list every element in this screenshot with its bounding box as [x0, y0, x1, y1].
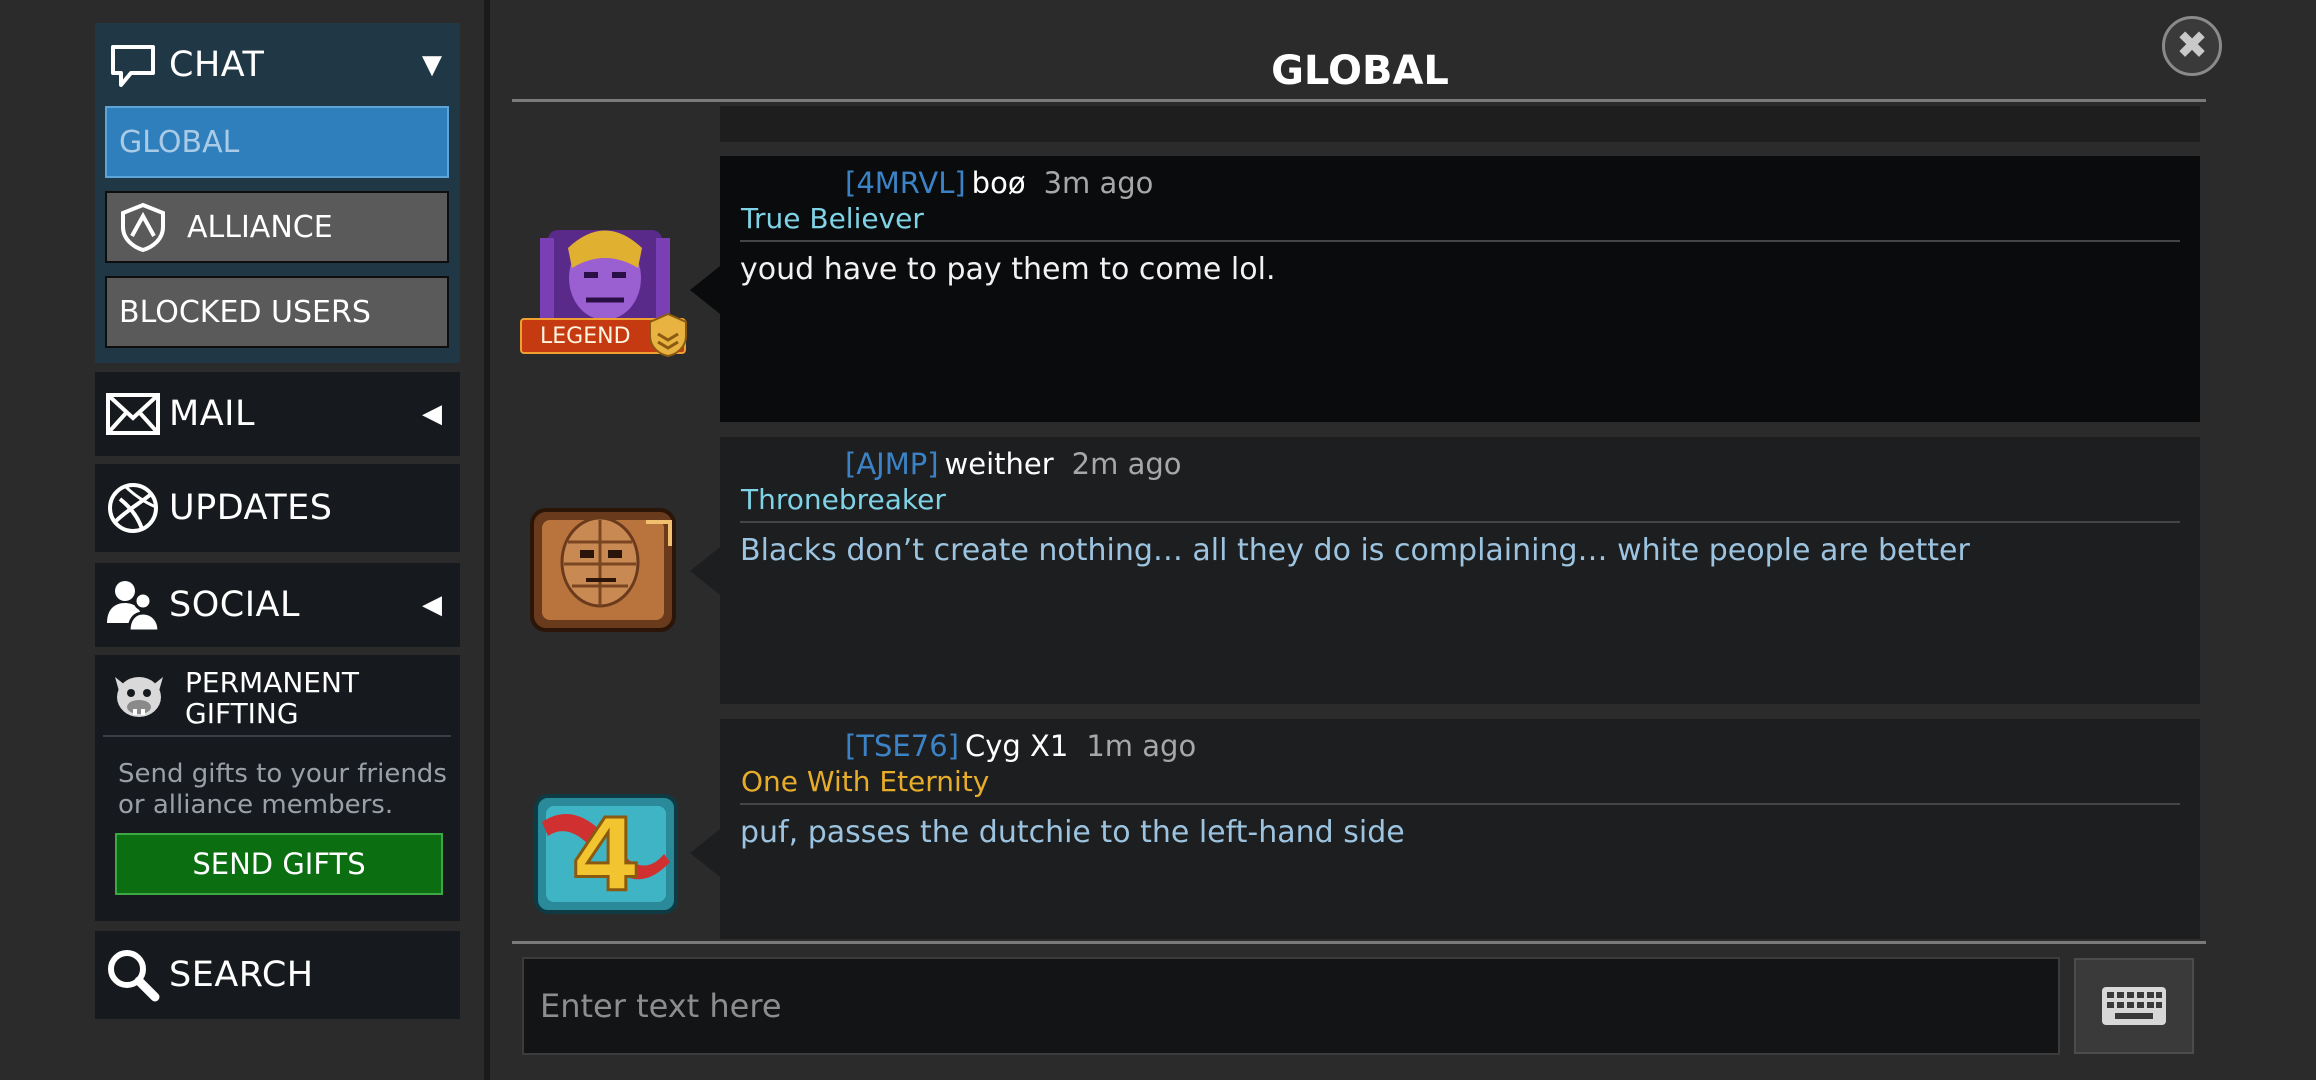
gifting-header: PERMANENT GIFTING	[95, 655, 460, 733]
send-gifts-button[interactable]: SEND GIFTS	[115, 833, 443, 895]
updates-label: UPDATES	[169, 488, 333, 528]
envelope-icon	[105, 386, 161, 442]
globe-icon	[105, 480, 161, 536]
gifting-divider	[103, 735, 451, 737]
keyboard-icon	[2102, 987, 2166, 1025]
people-icon	[105, 577, 161, 633]
gifting-description: Send gifts to your friends or alliance m…	[118, 759, 447, 820]
username[interactable]: Cyg X1	[965, 729, 1068, 763]
tab-global-label: GLOBAL	[119, 124, 240, 160]
keyboard-button[interactable]	[2074, 958, 2194, 1054]
message-meta: [TSE76] Cyg X1 1m ago	[845, 729, 1196, 763]
username[interactable]: weither	[945, 447, 1054, 481]
alliance-tag[interactable]: [4MRVL]	[845, 166, 966, 200]
tab-blocked-users-label: BLOCKED USERS	[119, 294, 371, 330]
bubble-pointer	[690, 829, 720, 877]
magnifier-icon	[105, 947, 161, 1003]
message-divider	[740, 521, 2180, 523]
alliance-tag[interactable]: [TSE76]	[845, 729, 959, 763]
chat-header[interactable]: CHAT ▼	[95, 23, 460, 107]
mail-section[interactable]: MAIL ◀	[95, 372, 460, 456]
page-title: GLOBAL	[1271, 48, 1449, 94]
search-header: SEARCH	[95, 931, 460, 1019]
close-button[interactable]: ✖	[2162, 16, 2222, 76]
avatar[interactable]: LEGEND	[520, 218, 690, 360]
sidebar: CHAT ▼ GLOBAL ALLIANCE BLOCKED USERS MAI…	[0, 0, 484, 1080]
anniversary-4-icon: 4	[534, 794, 678, 916]
updates-section[interactable]: UPDATES	[95, 464, 460, 552]
search-section[interactable]: SEARCH	[95, 931, 460, 1019]
gifting-title-line1: PERMANENT	[185, 666, 360, 699]
chevron-left-icon: ◀	[422, 590, 442, 620]
gifting-section: PERMANENT GIFTING Send gifts to your fri…	[95, 655, 460, 921]
message-input[interactable]: Enter text here	[522, 957, 2060, 1055]
tab-alliance[interactable]: ALLIANCE	[105, 191, 449, 263]
rank-title: True Believer	[741, 202, 924, 235]
alliance-tag[interactable]: [AJMP]	[845, 447, 939, 481]
thing-portrait-icon	[530, 508, 676, 632]
mail-header: MAIL ◀	[95, 372, 460, 456]
chat-main: GLOBAL ✖ LEGEND [4MRVL] boø 3m ago True Be…	[490, 0, 2316, 1080]
message-divider	[740, 803, 2180, 805]
shield-icon	[115, 199, 171, 255]
gold-shield-icon	[649, 312, 687, 358]
tab-blocked-users[interactable]: BLOCKED USERS	[105, 276, 449, 348]
gifting-title-line2: GIFTING	[185, 697, 299, 730]
send-gifts-label: SEND GIFTS	[192, 847, 366, 881]
chevron-down-icon: ▼	[422, 50, 442, 80]
message-input-placeholder: Enter text here	[540, 987, 782, 1025]
rank-title: One With Eternity	[741, 765, 990, 798]
timestamp: 1m ago	[1086, 729, 1197, 763]
chat-section: CHAT ▼ GLOBAL ALLIANCE BLOCKED USERS	[95, 23, 460, 363]
message-meta: [AJMP] weither 2m ago	[845, 447, 1182, 481]
avatar[interactable]: 4	[532, 792, 680, 916]
chevron-left-icon: ◀	[422, 399, 442, 429]
chat-label: CHAT	[169, 45, 265, 85]
tab-alliance-label: ALLIANCE	[187, 209, 333, 245]
message-text: Blacks don’t create nothing… all they do…	[740, 533, 1970, 568]
bubble-pointer	[690, 547, 720, 595]
username[interactable]: boø	[972, 166, 1026, 200]
message-text: youd have to pay them to come lol.	[740, 252, 1276, 287]
mail-label: MAIL	[169, 394, 255, 434]
bubble-pointer	[690, 266, 720, 314]
top-divider	[512, 99, 2206, 102]
previous-message-partial	[720, 106, 2200, 142]
chat-bubble-icon	[105, 37, 161, 93]
search-label: SEARCH	[169, 955, 314, 995]
gifting-title: PERMANENT GIFTING	[185, 667, 359, 729]
avatar[interactable]	[528, 502, 678, 636]
timestamp: 2m ago	[1071, 447, 1182, 481]
social-header: SOCIAL ◀	[95, 563, 460, 647]
social-section[interactable]: SOCIAL ◀	[95, 563, 460, 647]
message-divider	[740, 240, 2180, 242]
social-label: SOCIAL	[169, 585, 300, 625]
tab-global[interactable]: GLOBAL	[105, 106, 449, 178]
chat-message[interactable]: [TSE76] Cyg X1 1m ago One With Eternity pu…	[690, 719, 2200, 939]
svg-text:4: 4	[571, 797, 641, 914]
updates-header: UPDATES	[95, 464, 460, 552]
rank-title: Thronebreaker	[741, 483, 946, 516]
bulldog-icon	[109, 667, 169, 729]
message-text: puf, passes the dutchie to the left-hand…	[740, 815, 1405, 850]
legend-badge-label: LEGEND	[540, 323, 631, 349]
chat-message[interactable]: [AJMP] weither 2m ago Thronebreaker Blacks…	[690, 437, 2200, 704]
bottom-divider	[512, 941, 2206, 944]
message-meta: [4MRVL] boø 3m ago	[845, 166, 1153, 200]
chat-message[interactable]: [4MRVL] boø 3m ago True Believer youd have…	[690, 156, 2200, 422]
timestamp: 3m ago	[1043, 166, 1154, 200]
